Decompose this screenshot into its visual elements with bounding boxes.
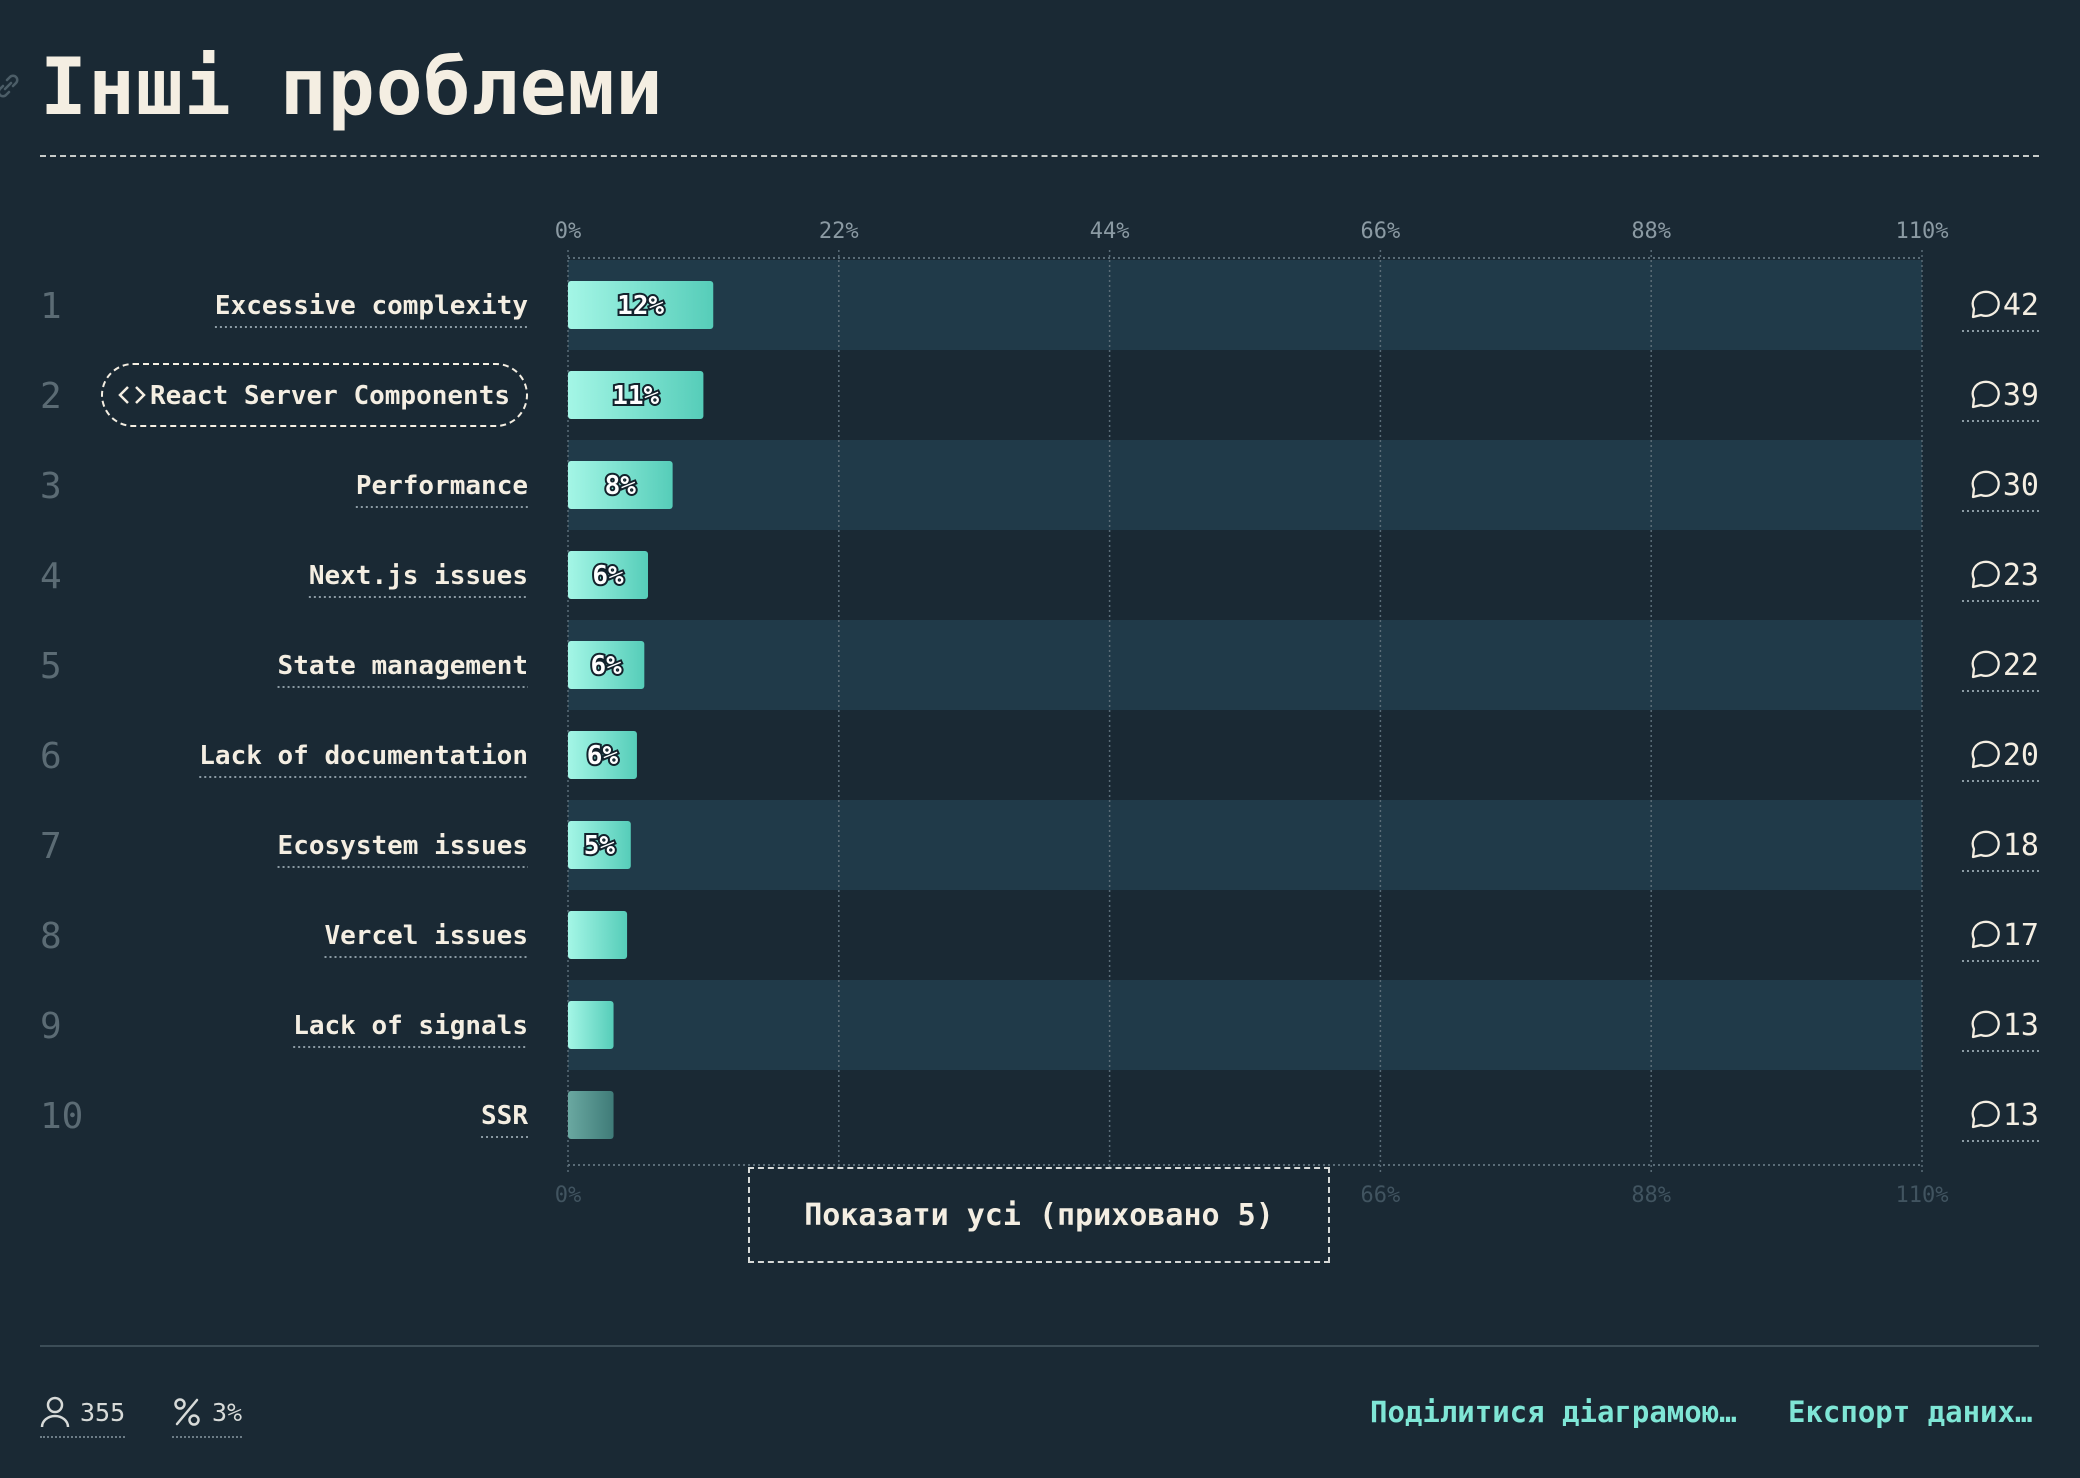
bar-value-label: 6%	[592, 561, 624, 591]
tick-label-top: 110%	[1896, 219, 1949, 244]
comment-count[interactable]: 30	[2003, 468, 2039, 503]
comment-icon	[1971, 560, 2000, 589]
category-label[interactable]: Ecosystem issues	[278, 831, 528, 861]
tick-label-top: 88%	[1631, 219, 1671, 244]
respondents-count: 355	[80, 1397, 126, 1427]
category-label[interactable]: Vercel issues	[325, 921, 529, 951]
user-icon	[40, 1396, 70, 1428]
bar-value-label: 11%	[612, 381, 659, 411]
bar[interactable]	[568, 1001, 614, 1049]
row-band	[568, 440, 1922, 530]
chart-row[interactable]: 4 Next.js issues 6% 23	[40, 551, 2039, 602]
rank-label: 5	[40, 646, 62, 687]
chart-row[interactable]: 6 Lack of documentation 6% 20	[40, 731, 2039, 782]
percent-value: 3%	[212, 1397, 243, 1427]
rank-label: 9	[40, 1006, 62, 1047]
rank-label: 4	[40, 556, 62, 597]
row-band	[568, 260, 1922, 350]
rank-label: 2	[40, 376, 62, 417]
comment-count[interactable]: 13	[2003, 1008, 2039, 1043]
comment-count[interactable]: 42	[2003, 288, 2039, 323]
row-band	[568, 620, 1922, 710]
comment-icon	[1971, 920, 2000, 949]
comment-icon	[1971, 740, 2000, 769]
comment-count[interactable]: 23	[2003, 558, 2039, 593]
percent-icon	[174, 1398, 200, 1426]
category-label[interactable]: SSR	[481, 1101, 528, 1131]
rank-label: 8	[40, 916, 62, 957]
comment-icon	[1971, 1100, 2000, 1129]
tick-label-top: 0%	[555, 219, 582, 244]
rank-label: 10	[40, 1096, 83, 1137]
rank-label: 6	[40, 736, 62, 777]
code-icon	[118, 386, 146, 404]
tick-label-top: 66%	[1361, 219, 1401, 244]
tick-label-bottom: 0%	[555, 1183, 582, 1208]
row-band	[568, 800, 1922, 890]
tick-label-top: 44%	[1090, 219, 1130, 244]
bar-value-label: 12%	[617, 291, 664, 321]
bar-value-label: 5%	[584, 831, 616, 861]
comment-icon	[1971, 1010, 2000, 1039]
chart-row[interactable]: 8 Vercel issues 17	[40, 911, 2039, 962]
bar[interactable]	[568, 1091, 614, 1139]
bar[interactable]	[568, 911, 628, 959]
category-label[interactable]: Lack of documentation	[199, 741, 528, 771]
bar-value-label: 6%	[587, 741, 619, 771]
category-label[interactable]: Next.js issues	[309, 561, 528, 591]
rank-label: 7	[40, 826, 62, 867]
bar-chart: 0%22%44%66%88%110% 0%22%44%66%88%110% 1E…	[40, 219, 2039, 1208]
respondents-stat[interactable]: 355	[40, 1392, 126, 1438]
category-label[interactable]: Excessive complexity	[215, 291, 528, 321]
comment-count[interactable]: 17	[2003, 918, 2039, 953]
percent-stat[interactable]: 3%	[172, 1392, 243, 1438]
tick-label-top: 22%	[819, 219, 859, 244]
comment-icon	[1971, 830, 2000, 859]
bar-value-label: 8%	[605, 471, 637, 501]
rank-label: 1	[40, 286, 62, 327]
category-label[interactable]: React Server Components	[150, 381, 510, 411]
tick-label-bottom: 110%	[1896, 1183, 1949, 1208]
comment-icon	[1971, 470, 2000, 499]
comment-count[interactable]: 18	[2003, 828, 2039, 863]
comment-icon	[1971, 380, 2000, 409]
category-label[interactable]: State management	[278, 651, 528, 681]
comment-icon	[1971, 650, 2000, 679]
chart-row[interactable]: 2 React Server Components 11% 39	[40, 363, 2039, 427]
show-all-button[interactable]: Показати усі (приховано 5)	[748, 1167, 1330, 1263]
share-chart-link[interactable]: Поділитися діаграмою…	[1370, 1395, 1737, 1429]
comment-count[interactable]: 20	[2003, 738, 2039, 773]
bar-value-label: 6%	[591, 651, 623, 681]
tick-label-bottom: 88%	[1631, 1183, 1671, 1208]
comment-count[interactable]: 13	[2003, 1098, 2039, 1133]
tick-label-bottom: 66%	[1361, 1183, 1401, 1208]
comment-icon	[1971, 290, 2000, 319]
category-label[interactable]: Performance	[356, 471, 528, 501]
comment-count[interactable]: 39	[2003, 378, 2039, 413]
rank-label: 3	[40, 466, 62, 507]
chart-row[interactable]: 10 SSR 13	[40, 1091, 2039, 1142]
row-band	[568, 980, 1922, 1070]
export-data-link[interactable]: Експорт даних…	[1788, 1395, 2032, 1429]
category-label[interactable]: Lack of signals	[293, 1011, 528, 1041]
footer-divider	[40, 1345, 2039, 1347]
comment-count[interactable]: 22	[2003, 648, 2039, 683]
